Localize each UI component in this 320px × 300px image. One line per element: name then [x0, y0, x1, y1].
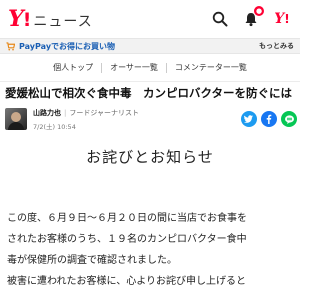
- author-row: 山路力也 | フードジャーナリスト 7/2(土) 10:54: [5, 104, 297, 134]
- tab-author-list[interactable]: オーサー一覧: [102, 62, 166, 73]
- notice-heading: お詫びとお知らせ: [86, 148, 214, 166]
- article-title: 愛媛松山で相次ぐ食中毒 カンピロバクターを防ぐには: [5, 86, 293, 100]
- notice-line: 被害に遭われたお客様に、心よりお詫び申し上げると: [7, 276, 246, 287]
- line-icon[interactable]: [281, 111, 297, 127]
- paypay-promo-bar[interactable]: PayPayでお得にお買い物 もっとみる: [0, 38, 300, 54]
- logo-bang: !: [22, 9, 32, 31]
- notice-line: されたお客様のうち、１９名のカンピロバクター食中: [7, 234, 247, 245]
- notice-body: この度、６月９日～６月２０日の間に当店でお食事を されたお客様のうち、１９名のカ…: [7, 208, 297, 292]
- author-role: フードジャーナリスト: [69, 108, 140, 117]
- author-nav: 個人トップ オーサー一覧 コメンテーター一覧: [0, 54, 300, 82]
- paypay-cart-icon: [6, 41, 15, 51]
- logo-news-text: ニュース: [33, 14, 93, 30]
- notice-line: この度、６月９日～６月２０日の間に当店でお食事を: [7, 213, 247, 224]
- notice-line: 毒が保健所の調査で確認されました。: [7, 255, 177, 266]
- author-name[interactable]: 山路力也: [33, 108, 61, 118]
- facebook-icon[interactable]: [261, 111, 277, 127]
- author-info: 山路力也 | フードジャーナリスト 7/2(土) 10:54: [33, 108, 139, 131]
- tab-personal-top[interactable]: 個人トップ: [45, 62, 101, 73]
- app-header: Y ! ニュース ● Y!: [0, 0, 300, 38]
- search-icon[interactable]: [210, 9, 230, 29]
- paypay-more-link[interactable]: もっとみる: [259, 41, 294, 51]
- author-divider: |: [64, 108, 67, 117]
- avatar[interactable]: [5, 108, 27, 130]
- bell-icon[interactable]: ●: [241, 6, 264, 29]
- logo-y: Y: [8, 6, 24, 32]
- header-icons: ● Y!: [210, 6, 292, 29]
- post-date: 7/2(土) 10:54: [33, 122, 76, 131]
- paypay-promo-text: PayPayでお得にお買い物: [19, 41, 116, 51]
- twitter-icon[interactable]: [241, 111, 257, 127]
- tab-commentator-list[interactable]: コメンテーター一覧: [167, 62, 255, 73]
- notification-badge: ●: [254, 6, 264, 16]
- yahoo-top-icon[interactable]: Y!: [272, 9, 292, 29]
- share-buttons: [241, 111, 297, 127]
- yahoo-news-logo[interactable]: Y ! ニュース: [8, 6, 93, 32]
